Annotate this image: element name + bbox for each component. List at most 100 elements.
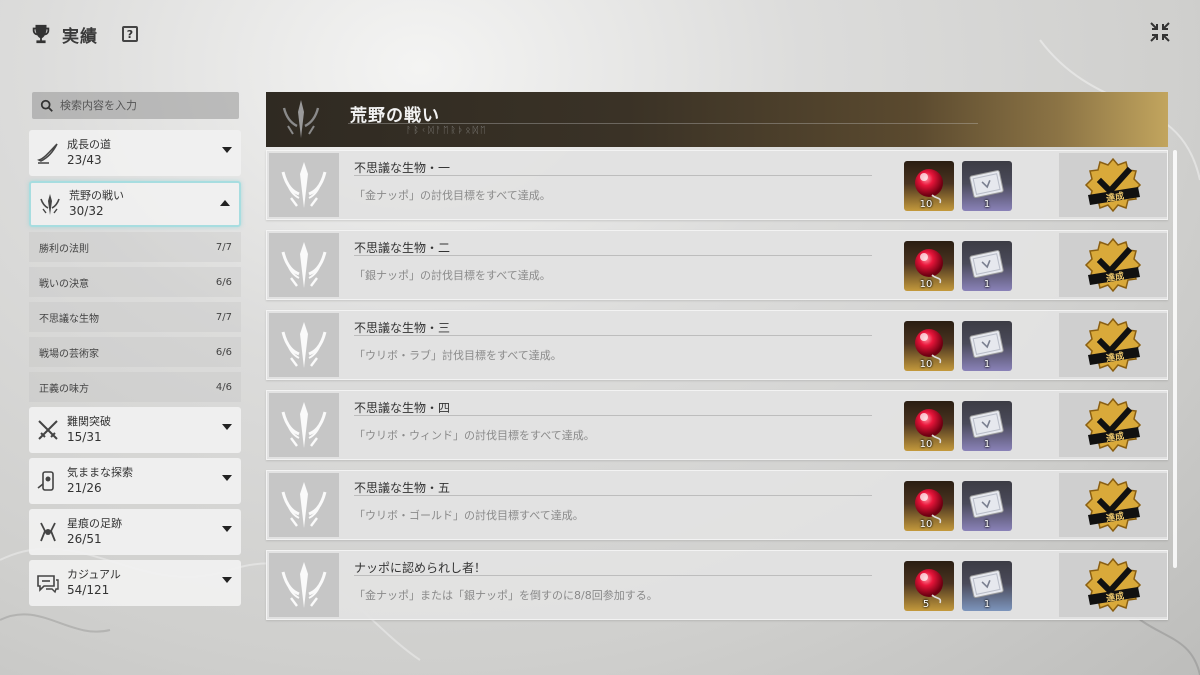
subcategory-count: 4/6 — [215, 381, 232, 393]
subcategory-name: 戦いの決意 — [39, 278, 89, 290]
divider — [354, 255, 872, 256]
category-banner: 荒野の戦い ᚨᛒᚲᛞᚨᛖᚱᚦᛟᛞᛖ — [266, 92, 1168, 147]
achievement-row[interactable]: 不思議な生物・二 「銀ナッポ」の討伐目標をすべて達成。 10 1 達成 — [266, 230, 1168, 300]
reward-ticket[interactable]: 1 — [962, 321, 1012, 371]
category-free-exploration[interactable]: 気ままな探索 21/26 — [29, 458, 241, 504]
chevron-down-icon — [222, 475, 232, 481]
category-wilderness-battle[interactable]: 荒野の戦い 30/32 — [29, 181, 241, 227]
completed-badge-icon: 達成 — [1059, 153, 1167, 217]
completed-badge-icon: 達成 — [1059, 553, 1167, 617]
achievement-name: 不思議な生物・二 — [354, 241, 451, 255]
crest-icon — [269, 233, 339, 297]
category-name: カジュアル — [67, 568, 121, 581]
crest-icon — [269, 473, 339, 537]
chevron-down-icon — [222, 577, 232, 583]
reward-quantity: 10 — [919, 359, 933, 370]
search-icon — [40, 99, 53, 112]
subcategory-count: 7/7 — [215, 311, 232, 323]
crossed-swords-icon — [35, 417, 61, 443]
reward-red-orb[interactable]: 10 — [904, 161, 954, 211]
divider — [354, 575, 872, 576]
reward-quantity: 1 — [983, 359, 991, 370]
reward-ticket[interactable]: 1 — [962, 241, 1012, 291]
category-casual[interactable]: カジュアル 54/121 — [29, 560, 241, 606]
reward-quantity: 10 — [919, 199, 933, 210]
crest-icon — [37, 191, 63, 217]
reward-quantity: 10 — [919, 439, 933, 450]
divider — [354, 415, 872, 416]
chevron-up-icon — [220, 200, 230, 206]
subcategory-count: 7/7 — [215, 241, 232, 253]
achievement-row[interactable]: 不思議な生物・四 「ウリボ・ウィンド」の討伐目標をすべて達成。 10 1 達成 — [266, 390, 1168, 460]
reward-red-orb[interactable]: 10 — [904, 241, 954, 291]
reward-quantity: 1 — [983, 599, 991, 610]
category-count: 26/51 — [67, 532, 102, 546]
subcategory-item[interactable]: 戦いの決意 6/6 — [29, 267, 241, 297]
subcategory-name: 戦場の芸術家 — [39, 348, 99, 360]
subcategory-item[interactable]: 正義の味方 4/6 — [29, 372, 241, 402]
crest-icon — [269, 553, 339, 617]
chat-icon — [35, 570, 61, 596]
achievement-row[interactable]: 不思議な生物・三「ウリボ・ラブ」討伐目標をすべて達成。 10 1 達成 — [266, 310, 1168, 380]
subcategory-count: 6/6 — [215, 346, 232, 358]
reward-quantity: 1 — [983, 519, 991, 530]
chevron-down-icon — [222, 424, 232, 430]
reward-red-orb[interactable]: 10 — [904, 321, 954, 371]
trophy-icon — [30, 23, 52, 45]
divider — [354, 175, 872, 176]
reward-ticket[interactable]: 1 — [962, 161, 1012, 211]
achievement-row[interactable]: ナッポに認められし者！ 「金ナッポ」または「銀ナッポ」を倒すのに8/8回参加する。… — [266, 550, 1168, 620]
achievement-name: 不思議な生物・三 — [354, 321, 451, 335]
achievement-description: 「銀ナッポ」の討伐目標をすべて達成。 — [354, 269, 551, 282]
category-count: 54/121 — [67, 583, 110, 597]
reward-quantity: 10 — [919, 519, 933, 530]
header: 実績 ? — [30, 20, 138, 48]
category-count: 15/31 — [67, 430, 102, 444]
category-count: 30/32 — [69, 204, 104, 218]
banner-subtitle: ᚨᛒᚲᛞᚨᛖᚱᚦᛟᛞᛖ — [406, 126, 488, 136]
reward-red-orb[interactable]: 10 — [904, 401, 954, 451]
category-name: 気ままな探索 — [67, 466, 133, 479]
completed-badge-icon: 達成 — [1059, 473, 1167, 537]
subcategory-count: 6/6 — [215, 276, 232, 288]
achievement-name: ナッポに認められし者！ — [354, 561, 487, 575]
reward-ticket[interactable]: 1 — [962, 561, 1012, 611]
achievement-row[interactable]: 不思議な生物・一 「金ナッポ」の討伐目標をすべて達成。 10 1 達成 — [266, 150, 1168, 220]
scrollbar[interactable] — [1173, 150, 1177, 568]
achievement-row[interactable]: 不思議な生物・五 「ウリボ・ゴールド」の討伐目標すべて達成。 10 1 達成 — [266, 470, 1168, 540]
reward-quantity: 1 — [983, 279, 991, 290]
reward-quantity: 1 — [983, 199, 991, 210]
reward-red-orb[interactable]: 10 — [904, 481, 954, 531]
chevron-down-icon — [222, 147, 232, 153]
category-name: 荒野の戦い — [69, 189, 124, 202]
category-count: 21/26 — [67, 481, 102, 495]
category-star-mark-footprints[interactable]: 星痕の足跡 26/51 — [29, 509, 241, 555]
category-breakthrough[interactable]: 難関突破 15/31 — [29, 407, 241, 453]
subcategory-item[interactable]: 勝利の法則 7/7 — [29, 232, 241, 262]
collapse-close-button[interactable] — [1148, 20, 1172, 44]
search-bar[interactable] — [32, 92, 239, 119]
completed-badge-icon: 達成 — [1059, 313, 1167, 377]
crest-icon — [269, 393, 339, 457]
reward-red-orb[interactable]: 5 — [904, 561, 954, 611]
divider — [354, 495, 872, 496]
subcategory-name: 正義の味方 — [39, 383, 89, 395]
subcategory-item[interactable]: 不思議な生物 7/7 — [29, 302, 241, 332]
achievement-description: 「ウリボ・ラブ」討伐目標をすべて達成。 — [354, 349, 562, 362]
achievement-name: 不思議な生物・五 — [354, 481, 451, 495]
subcategory-item[interactable]: 戦場の芸術家 6/6 — [29, 337, 241, 367]
crest-icon — [269, 313, 339, 377]
achievement-name: 不思議な生物・一 — [354, 161, 451, 175]
subcategory-name: 勝利の法則 — [39, 243, 89, 255]
completed-badge-icon: 達成 — [1059, 393, 1167, 457]
reward-quantity: 1 — [983, 439, 991, 450]
help-button[interactable]: ? — [122, 26, 138, 42]
achievement-description: 「ウリボ・ウィンド」の討伐目標をすべて達成。 — [354, 429, 595, 442]
explore-icon — [35, 468, 61, 494]
reward-ticket[interactable]: 1 — [962, 481, 1012, 531]
category-count: 23/43 — [67, 153, 102, 167]
crest-icon — [269, 153, 339, 217]
category-growth-path[interactable]: 成長の道 23/43 — [29, 130, 241, 176]
reward-ticket[interactable]: 1 — [962, 401, 1012, 451]
search-input[interactable] — [60, 99, 230, 112]
